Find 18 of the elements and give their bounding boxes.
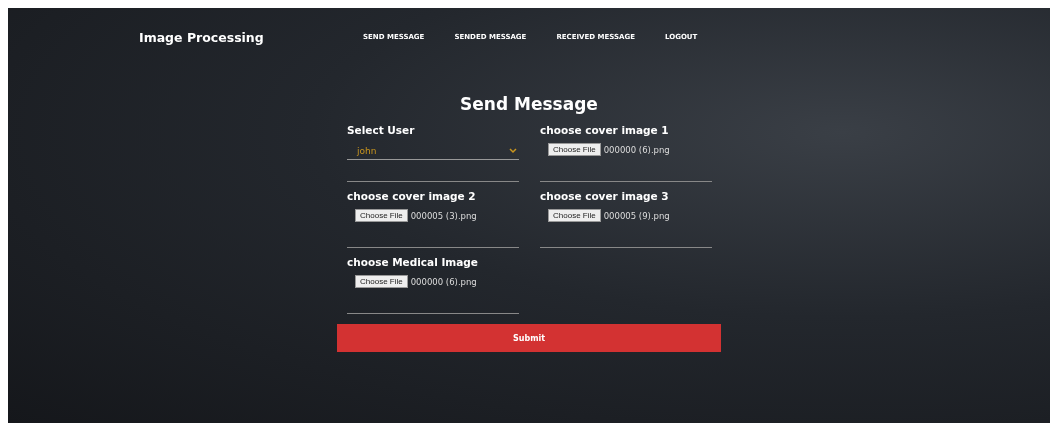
field-label: choose Medical Image [347,256,479,268]
choose-file-button[interactable]: Choose File [548,209,601,222]
file-name: 000005 (3).png [410,210,477,221]
user-select[interactable]: john [347,143,519,160]
field-label: choose cover image 1 [540,124,670,136]
chevron-icon [509,148,517,154]
file-name: 000005 (9).png [603,210,670,221]
field-label: choose cover image 2 [347,190,477,202]
field-label: choose cover image 3 [540,190,670,202]
field-label: Select User [347,124,416,136]
file-name: 000000 (6).png [410,276,477,287]
form-title: Send Message [460,94,598,114]
choose-file-button[interactable]: Choose File [355,209,408,222]
file-name: 000000 (6).png [603,144,670,155]
submit-button[interactable]: Submit [337,324,721,352]
choose-file-button[interactable]: Choose File [548,143,601,156]
choose-file-button[interactable]: Choose File [355,275,408,288]
brand-title: Image Processing [139,29,265,45]
